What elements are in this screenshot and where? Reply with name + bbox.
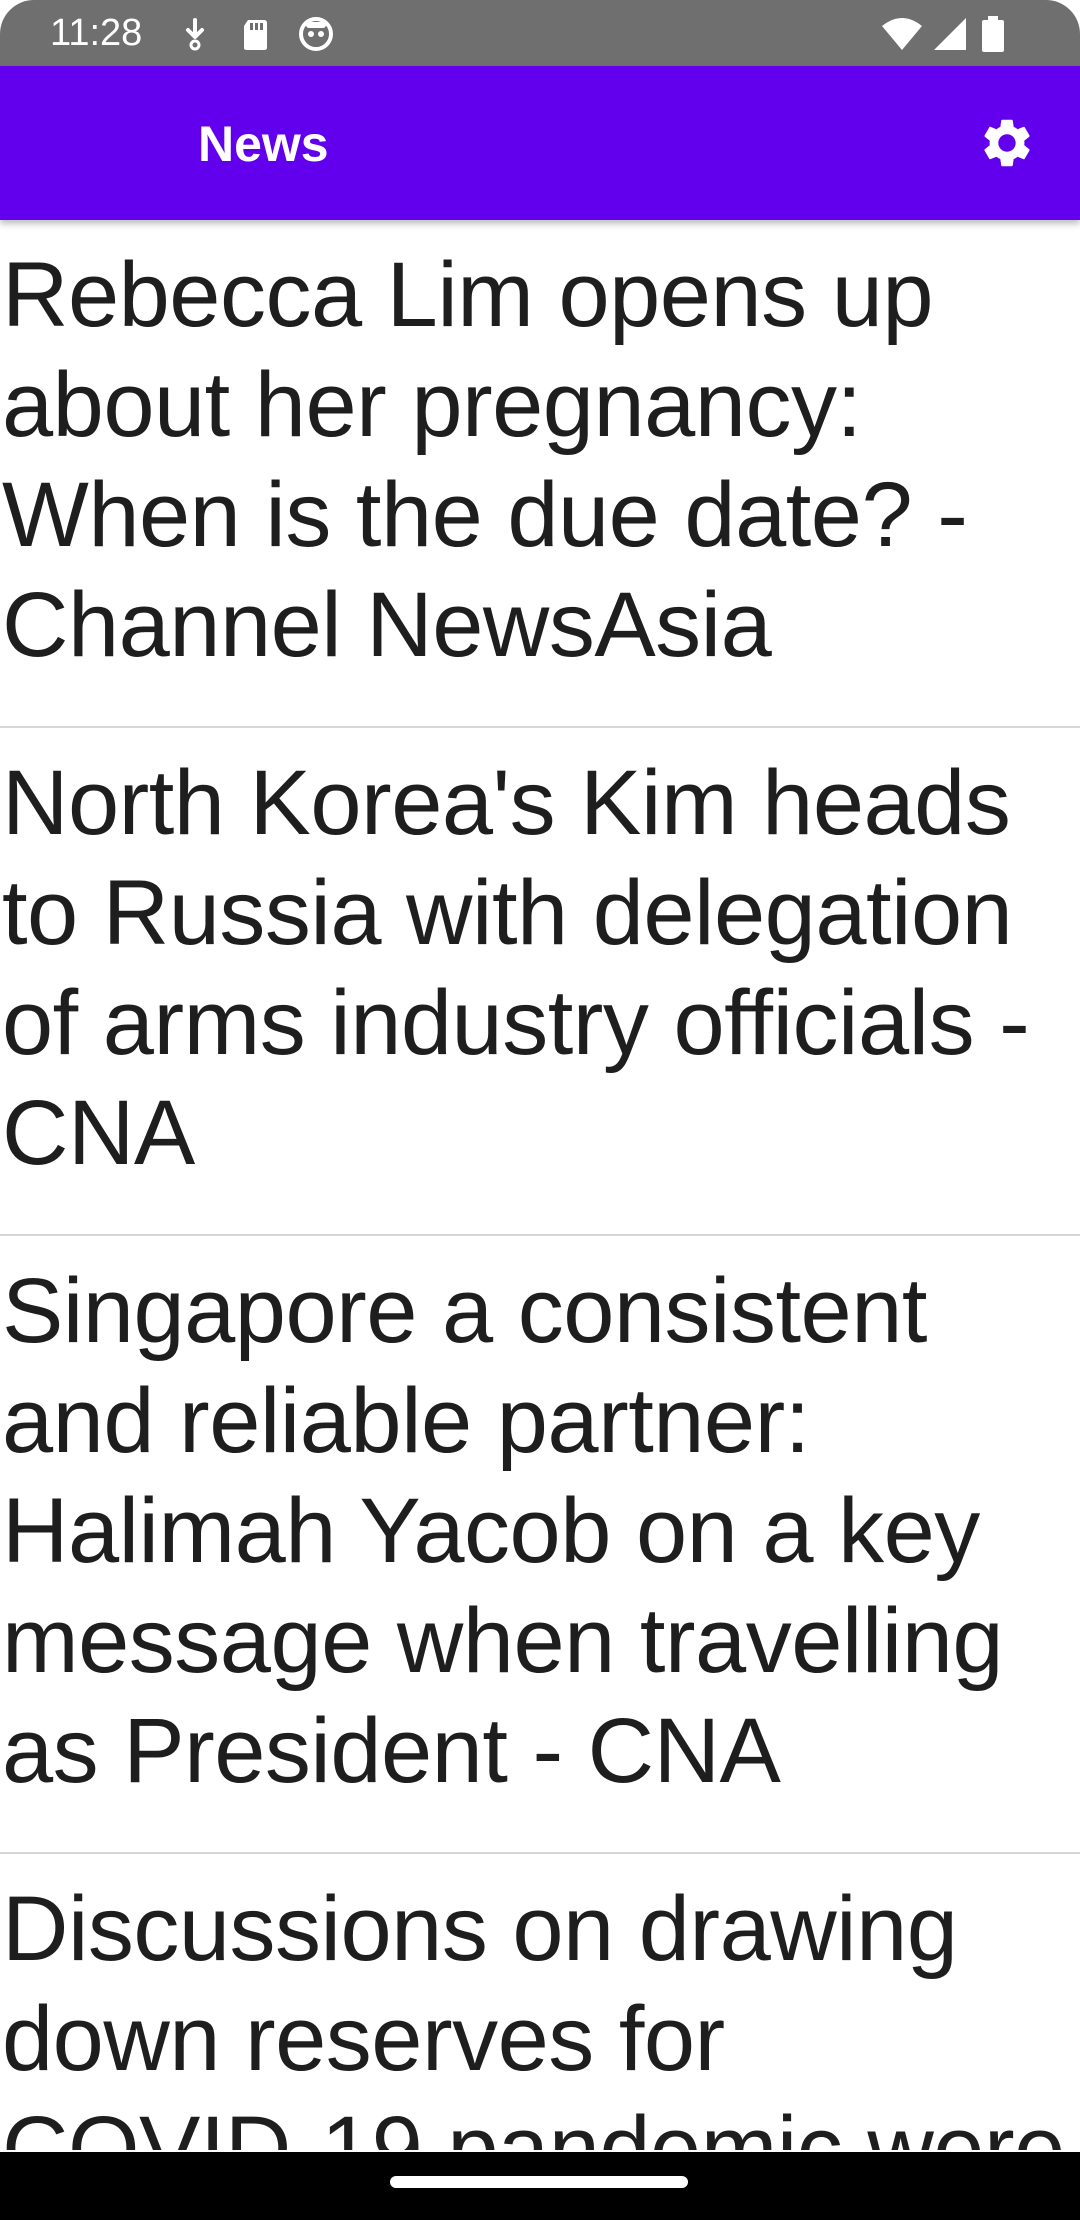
app-bar: News	[0, 66, 1080, 220]
news-headline: North Korea's Kim heads to Russia with d…	[2, 752, 1030, 1184]
news-item[interactable]: North Korea's Kim heads to Russia with d…	[0, 728, 1080, 1236]
news-item[interactable]: Singapore a consistent and reliable part…	[0, 1236, 1080, 1854]
status-bar: 11:28	[0, 0, 1080, 66]
cell-signal-icon	[930, 14, 970, 54]
home-gesture-handle[interactable]	[390, 2176, 688, 2188]
news-app-screen: 11:28 News Rebecca Lim opens up about he…	[0, 0, 1080, 2220]
news-item[interactable]: Rebecca Lim opens up about her pregnancy…	[0, 220, 1080, 728]
download-icon	[175, 14, 215, 54]
gesture-navigation-bar	[0, 2152, 1080, 2220]
status-time: 11:28	[50, 12, 143, 54]
page-title: News	[198, 116, 329, 172]
gear-icon	[978, 114, 1036, 177]
news-headline: Singapore a consistent and reliable part…	[2, 1260, 1004, 1802]
android-debug-icon	[296, 14, 336, 54]
news-list[interactable]: Rebecca Lim opens up about her pregnancy…	[0, 220, 1080, 2150]
settings-button[interactable]	[972, 110, 1042, 180]
news-headline: Discussions on drawing down reserves for…	[2, 1878, 1065, 2150]
sd-card-icon	[236, 14, 276, 54]
news-item[interactable]: Discussions on drawing down reserves for…	[0, 1854, 1080, 2150]
wifi-icon	[880, 14, 924, 54]
news-headline: Rebecca Lim opens up about her pregnancy…	[2, 244, 968, 676]
battery-icon	[978, 14, 1008, 54]
